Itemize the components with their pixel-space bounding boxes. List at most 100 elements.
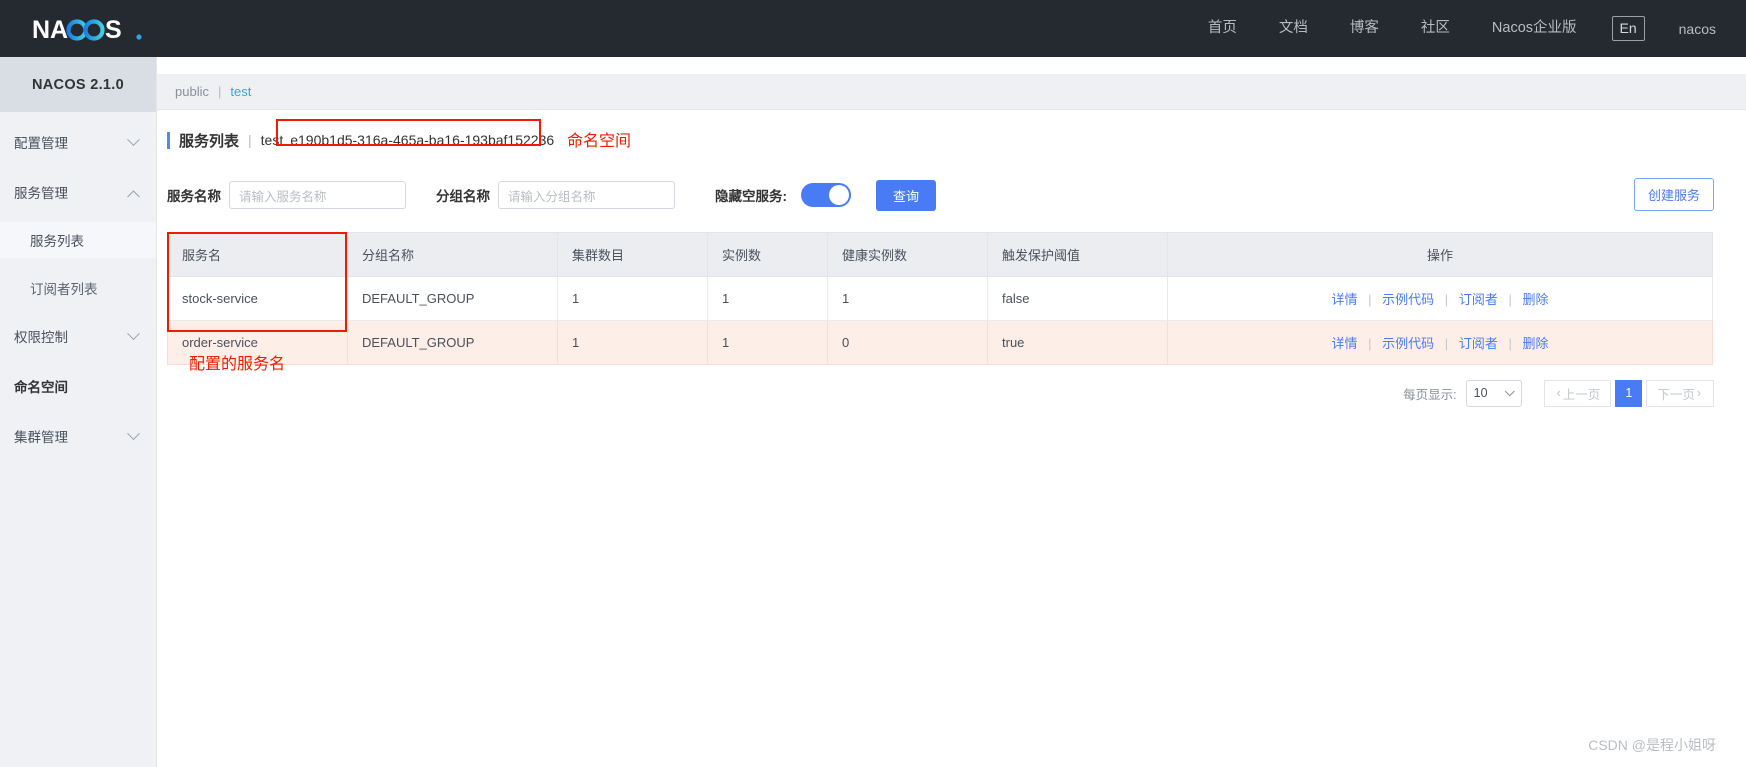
action-separator: | <box>1444 336 1449 351</box>
breadcrumb-test[interactable]: test <box>230 84 251 99</box>
action-delete[interactable]: 删除 <box>1522 292 1548 307</box>
action-sample-code[interactable]: 示例代码 <box>1382 292 1434 307</box>
sidebar-item-cluster-management[interactable]: 集群管理 <box>0 418 156 454</box>
sidebar-item-label: 服务列表 <box>30 234 84 249</box>
annotation-text-service-name: 配置的服务名 <box>189 356 286 373</box>
cell-group-name: DEFAULT_GROUP <box>347 276 558 321</box>
breadcrumb-public[interactable]: public <box>175 84 209 99</box>
sidebar: NACOS 2.1.0 配置管理 服务管理 服务列表 订阅者列表 权限控制 命名… <box>0 57 157 767</box>
pagination-prev-button[interactable]: ‹ 上一页 <box>1543 379 1612 407</box>
nacos-logo-icon: NA S <box>32 16 142 44</box>
col-instance-count: 实例数 <box>707 232 828 277</box>
filter-toolbar: 服务名称 请输入服务名称 分组名称 请输入分组名称 隐藏空服务: 查询 创建服务 <box>167 178 1746 212</box>
sidebar-item-label: 命名空间 <box>14 380 68 395</box>
breadcrumb-separator: | <box>217 84 222 99</box>
cell-operations: 详情 | 示例代码 | 订阅者 | 删除 <box>1167 320 1713 365</box>
sidebar-item-permission-control[interactable]: 权限控制 <box>0 318 156 354</box>
cell-protect-threshold: true <box>987 320 1168 365</box>
chevron-right-icon: › <box>1696 386 1701 400</box>
table-row[interactable]: stock-service DEFAULT_GROUP 1 1 1 false … <box>167 276 1713 321</box>
col-healthy-instance-count: 健康实例数 <box>827 232 988 277</box>
namespace-id: e190b1d5-316a-465a-ba16-193baf152236 <box>290 132 555 148</box>
nacos-console-page: NA S 首页 文档 博客 社区 Nacos企业版 En nacos NACOS… <box>0 0 1746 767</box>
nav-item-enterprise[interactable]: Nacos企业版 <box>1471 0 1598 57</box>
sidebar-item-label: 集群管理 <box>14 430 68 445</box>
pagination-next-label: 下一页 <box>1657 387 1695 402</box>
create-service-button[interactable]: 创建服务 <box>1633 178 1714 211</box>
chevron-left-icon: ‹ <box>1556 386 1561 400</box>
cell-healthy-instance-count: 1 <box>827 276 988 321</box>
toggle-knob <box>829 185 849 205</box>
top-navigation: 首页 文档 博客 社区 Nacos企业版 En nacos <box>1187 0 1746 57</box>
action-sample-code[interactable]: 示例代码 <box>1382 336 1434 351</box>
chevron-up-icon <box>127 189 140 203</box>
svg-text:S: S <box>105 16 122 44</box>
per-page-select[interactable]: 10 <box>1465 379 1522 407</box>
sidebar-item-label: 订阅者列表 <box>30 282 98 297</box>
pagination-page-1[interactable]: 1 <box>1615 379 1643 407</box>
action-separator: | <box>1368 336 1372 351</box>
hide-empty-service-toggle[interactable] <box>801 183 851 207</box>
cell-group-name: DEFAULT_GROUP <box>347 320 558 365</box>
sidebar-item-namespace[interactable]: 命名空间 <box>0 368 156 404</box>
cell-operations: 详情 | 示例代码 | 订阅者 | 删除 <box>1167 276 1713 321</box>
per-page-value: 10 <box>1473 386 1488 400</box>
watermark: CSDN @是程小姐呀 <box>1588 737 1716 753</box>
table-header-row: 服务名 分组名称 集群数目 实例数 健康实例数 触发保护阈值 操作 <box>167 232 1713 277</box>
sidebar-version-title: NACOS 2.1.0 <box>0 57 156 112</box>
language-switch-button[interactable]: En <box>1611 16 1645 41</box>
nav-item-community[interactable]: 社区 <box>1400 0 1471 57</box>
sidebar-item-service-list[interactable]: 服务列表 <box>0 222 156 258</box>
svg-text:NA: NA <box>32 16 68 44</box>
action-detail[interactable]: 详情 <box>1332 336 1358 351</box>
page-title-separator: | <box>248 132 252 148</box>
action-subscribers[interactable]: 订阅者 <box>1459 336 1498 351</box>
service-name-input[interactable]: 请输入服务名称 <box>229 181 406 209</box>
user-menu[interactable]: nacos <box>1679 21 1716 37</box>
annotation-text-namespace: 命名空间 <box>567 133 632 150</box>
col-group-name: 分组名称 <box>347 232 558 277</box>
action-separator: | <box>1508 292 1512 307</box>
table-header: 服务名 分组名称 集群数目 实例数 健康实例数 触发保护阈值 操作 <box>167 232 1713 277</box>
action-detail[interactable]: 详情 <box>1332 292 1358 307</box>
service-table-container: 服务名 分组名称 集群数目 实例数 健康实例数 触发保护阈值 操作 stock-… <box>167 232 1713 373</box>
action-separator: | <box>1508 336 1512 351</box>
per-page-label: 每页显示: <box>1403 387 1457 402</box>
col-operations: 操作 <box>1167 232 1713 277</box>
cell-cluster-count: 1 <box>557 320 708 365</box>
cell-protect-threshold: false <box>987 276 1168 321</box>
nav-item-blog[interactable]: 博客 <box>1329 0 1400 57</box>
cell-healthy-instance-count: 0 <box>827 320 988 365</box>
action-separator: | <box>1444 292 1449 307</box>
query-button[interactable]: 查询 <box>876 179 937 211</box>
action-delete[interactable]: 删除 <box>1522 336 1548 351</box>
table-body: stock-service DEFAULT_GROUP 1 1 1 false … <box>167 276 1713 365</box>
col-protect-threshold: 触发保护阈值 <box>987 232 1168 277</box>
cell-cluster-count: 1 <box>557 276 708 321</box>
chevron-down-icon <box>127 132 140 146</box>
cell-instance-count: 1 <box>707 320 828 365</box>
action-subscribers[interactable]: 订阅者 <box>1459 292 1498 307</box>
chevron-down-icon <box>1504 385 1515 396</box>
namespace-name: test <box>260 132 284 148</box>
sidebar-item-config-management[interactable]: 配置管理 <box>0 124 156 160</box>
pagination-prev-label: 上一页 <box>1562 387 1601 402</box>
table-row[interactable]: order-service DEFAULT_GROUP 1 1 0 true 详… <box>167 320 1713 365</box>
sidebar-item-label: 服务管理 <box>14 186 68 201</box>
page-title-row: 服务列表 | test e190b1d5-316a-465a-ba16-193b… <box>167 119 1746 157</box>
chevron-down-icon <box>127 326 140 340</box>
sidebar-item-service-management[interactable]: 服务管理 <box>0 174 156 210</box>
page-title: 服务列表 <box>179 132 240 150</box>
group-name-input[interactable]: 请输入分组名称 <box>498 181 675 209</box>
nav-item-home[interactable]: 首页 <box>1187 0 1258 57</box>
title-accent-bar <box>167 131 170 149</box>
group-name-label: 分组名称 <box>436 189 490 204</box>
nacos-logo[interactable]: NA S <box>32 14 144 44</box>
hide-empty-service-label: 隐藏空服务: <box>715 189 787 204</box>
sidebar-item-label: 权限控制 <box>14 330 68 345</box>
nav-item-docs[interactable]: 文档 <box>1258 0 1329 57</box>
pagination-next-button[interactable]: 下一页 › <box>1646 379 1714 407</box>
top-header: NA S 首页 文档 博客 社区 Nacos企业版 En nacos <box>0 0 1746 57</box>
sidebar-item-subscriber-list[interactable]: 订阅者列表 <box>0 270 156 306</box>
service-name-label: 服务名称 <box>167 189 221 204</box>
